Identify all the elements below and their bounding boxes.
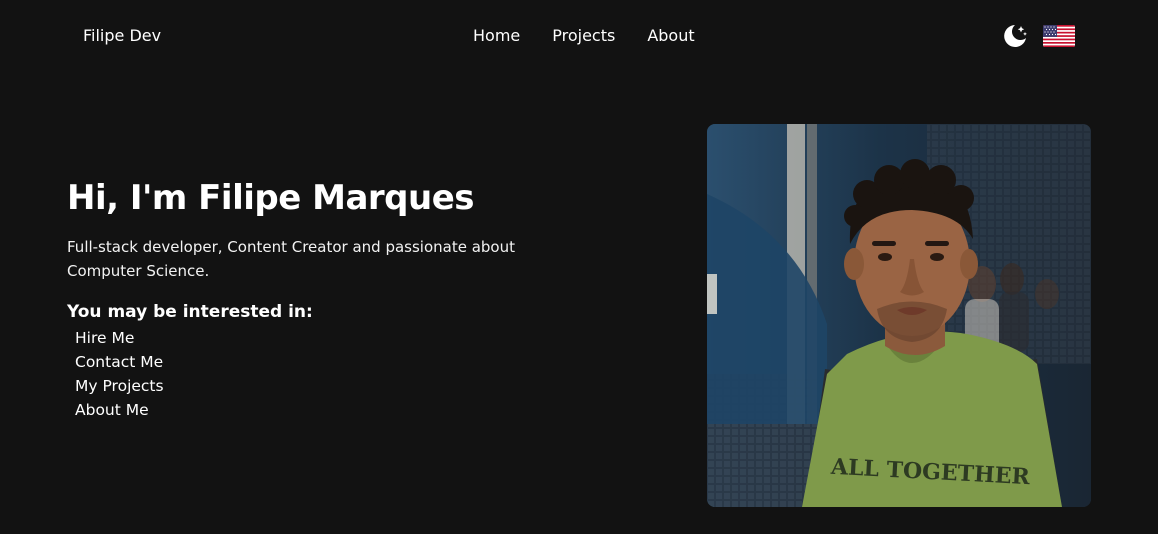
language-toggle-button[interactable] — [1043, 25, 1075, 47]
hire-me-link[interactable]: Hire Me — [75, 329, 134, 347]
about-me-link[interactable]: About Me — [75, 401, 149, 419]
brand-link[interactable]: Filipe Dev — [83, 26, 161, 46]
theme-toggle-button[interactable] — [1002, 23, 1028, 49]
list-item: My Projects — [75, 374, 164, 398]
nav-home-link[interactable]: Home — [473, 26, 520, 46]
profile-photo: ALL TOGETHER — [707, 124, 1091, 507]
my-projects-link[interactable]: My Projects — [75, 377, 164, 395]
interest-links: Hire Me Contact Me My Projects About Me — [75, 326, 164, 422]
list-item: About Me — [75, 398, 164, 422]
nav-about-link[interactable]: About — [647, 26, 694, 46]
list-item: Hire Me — [75, 326, 164, 350]
moon-stars-icon — [1004, 25, 1027, 47]
hero-title: Hi, I'm Filipe Marques — [67, 178, 475, 218]
list-item: Contact Me — [75, 350, 164, 374]
nav-projects-link[interactable]: Projects — [552, 26, 615, 46]
interest-heading: You may be interested in: — [67, 302, 313, 322]
contact-me-link[interactable]: Contact Me — [75, 353, 163, 371]
us-flag-icon — [1043, 25, 1075, 47]
hero-subtitle: Full-stack developer, Content Creator an… — [67, 238, 515, 280]
main-nav: Home Projects About — [473, 26, 695, 46]
page: Filipe Dev Home Projects About Hi, I'm F… — [0, 0, 1158, 534]
